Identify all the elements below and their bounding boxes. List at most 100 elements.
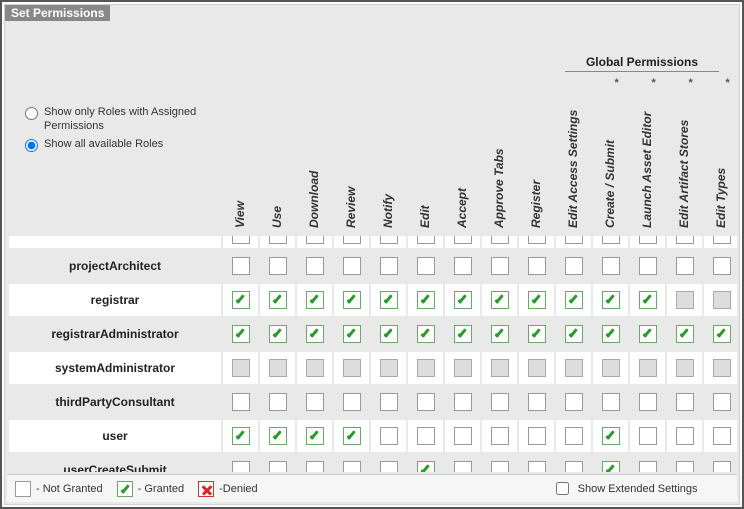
permission-checkbox[interactable] [713, 461, 731, 472]
permission-checkbox[interactable] [232, 291, 250, 309]
permission-checkbox[interactable] [380, 257, 398, 275]
permission-checkbox[interactable] [454, 393, 472, 411]
permission-checkbox[interactable] [602, 427, 620, 445]
permission-checkbox[interactable] [602, 359, 620, 377]
permission-checkbox[interactable] [269, 427, 287, 445]
permission-checkbox[interactable] [676, 291, 694, 309]
permission-checkbox[interactable] [380, 291, 398, 309]
permission-checkbox[interactable] [602, 393, 620, 411]
permission-checkbox[interactable] [528, 393, 546, 411]
permission-checkbox[interactable] [713, 291, 731, 309]
permission-checkbox[interactable] [639, 291, 657, 309]
permission-checkbox[interactable] [565, 257, 583, 275]
permission-checkbox[interactable] [380, 393, 398, 411]
permission-checkbox[interactable] [639, 393, 657, 411]
permission-checkbox[interactable] [232, 427, 250, 445]
permission-checkbox[interactable] [380, 325, 398, 343]
permission-checkbox[interactable] [232, 359, 250, 377]
permission-checkbox[interactable] [565, 235, 583, 244]
permission-checkbox[interactable] [713, 359, 731, 377]
permission-checkbox[interactable] [454, 291, 472, 309]
permission-checkbox[interactable] [676, 427, 694, 445]
permission-checkbox[interactable] [306, 235, 324, 244]
permission-checkbox[interactable] [565, 291, 583, 309]
permission-checkbox[interactable] [639, 427, 657, 445]
permission-checkbox[interactable] [713, 427, 731, 445]
permission-checkbox[interactable] [343, 461, 361, 472]
permission-checkbox[interactable] [417, 393, 435, 411]
permission-checkbox[interactable] [454, 427, 472, 445]
permission-checkbox[interactable] [676, 359, 694, 377]
permission-checkbox[interactable] [676, 461, 694, 472]
permission-checkbox[interactable] [528, 461, 546, 472]
permission-checkbox[interactable] [343, 393, 361, 411]
permission-checkbox[interactable] [676, 257, 694, 275]
permission-checkbox[interactable] [343, 359, 361, 377]
permission-checkbox[interactable] [417, 257, 435, 275]
permission-checkbox[interactable] [602, 257, 620, 275]
permission-checkbox[interactable] [528, 235, 546, 244]
permission-checkbox[interactable] [639, 235, 657, 244]
permission-checkbox[interactable] [491, 461, 509, 472]
permission-checkbox[interactable] [269, 461, 287, 472]
permission-checkbox[interactable] [306, 393, 324, 411]
permission-checkbox[interactable] [343, 235, 361, 244]
permission-checkbox[interactable] [676, 325, 694, 343]
permission-checkbox[interactable] [454, 461, 472, 472]
permission-checkbox[interactable] [602, 461, 620, 472]
permission-checkbox[interactable] [491, 235, 509, 244]
permission-checkbox[interactable] [528, 291, 546, 309]
permission-checkbox[interactable] [380, 427, 398, 445]
permission-checkbox[interactable] [306, 427, 324, 445]
permission-checkbox[interactable] [306, 257, 324, 275]
permission-checkbox[interactable] [565, 325, 583, 343]
permission-checkbox[interactable] [528, 325, 546, 343]
permission-checkbox[interactable] [565, 461, 583, 472]
permission-checkbox[interactable] [565, 393, 583, 411]
permission-checkbox[interactable] [713, 325, 731, 343]
permission-checkbox[interactable] [602, 325, 620, 343]
permission-checkbox[interactable] [417, 359, 435, 377]
permission-checkbox[interactable] [417, 235, 435, 244]
permission-checkbox[interactable] [417, 427, 435, 445]
permission-checkbox[interactable] [232, 235, 250, 244]
permission-checkbox[interactable] [491, 393, 509, 411]
permission-checkbox[interactable] [232, 461, 250, 472]
permission-checkbox[interactable] [528, 359, 546, 377]
permission-checkbox[interactable] [269, 393, 287, 411]
permission-checkbox[interactable] [269, 325, 287, 343]
permission-checkbox[interactable] [639, 257, 657, 275]
permission-checkbox[interactable] [528, 427, 546, 445]
permission-checkbox[interactable] [454, 325, 472, 343]
permission-checkbox[interactable] [491, 427, 509, 445]
permission-checkbox[interactable] [417, 461, 435, 472]
permission-checkbox[interactable] [343, 291, 361, 309]
permission-checkbox[interactable] [306, 291, 324, 309]
permission-checkbox[interactable] [639, 359, 657, 377]
permission-checkbox[interactable] [713, 257, 731, 275]
permission-checkbox[interactable] [713, 393, 731, 411]
permission-checkbox[interactable] [232, 257, 250, 275]
permission-checkbox[interactable] [269, 359, 287, 377]
permission-checkbox[interactable] [380, 359, 398, 377]
permission-checkbox[interactable] [491, 325, 509, 343]
permission-checkbox[interactable] [676, 393, 694, 411]
permission-checkbox[interactable] [232, 393, 250, 411]
permission-checkbox[interactable] [602, 291, 620, 309]
permission-checkbox[interactable] [232, 325, 250, 343]
permission-checkbox[interactable] [417, 325, 435, 343]
permission-checkbox[interactable] [269, 257, 287, 275]
permission-checkbox[interactable] [269, 235, 287, 244]
permission-checkbox[interactable] [380, 461, 398, 472]
permission-checkbox[interactable] [491, 257, 509, 275]
permission-checkbox[interactable] [269, 291, 287, 309]
permission-checkbox[interactable] [454, 359, 472, 377]
permission-checkbox[interactable] [565, 359, 583, 377]
permission-checkbox[interactable] [454, 257, 472, 275]
permission-checkbox[interactable] [454, 235, 472, 244]
permission-checkbox[interactable] [306, 461, 324, 472]
permission-checkbox[interactable] [639, 325, 657, 343]
permission-checkbox[interactable] [343, 257, 361, 275]
permission-checkbox[interactable] [343, 427, 361, 445]
permission-checkbox[interactable] [676, 235, 694, 244]
